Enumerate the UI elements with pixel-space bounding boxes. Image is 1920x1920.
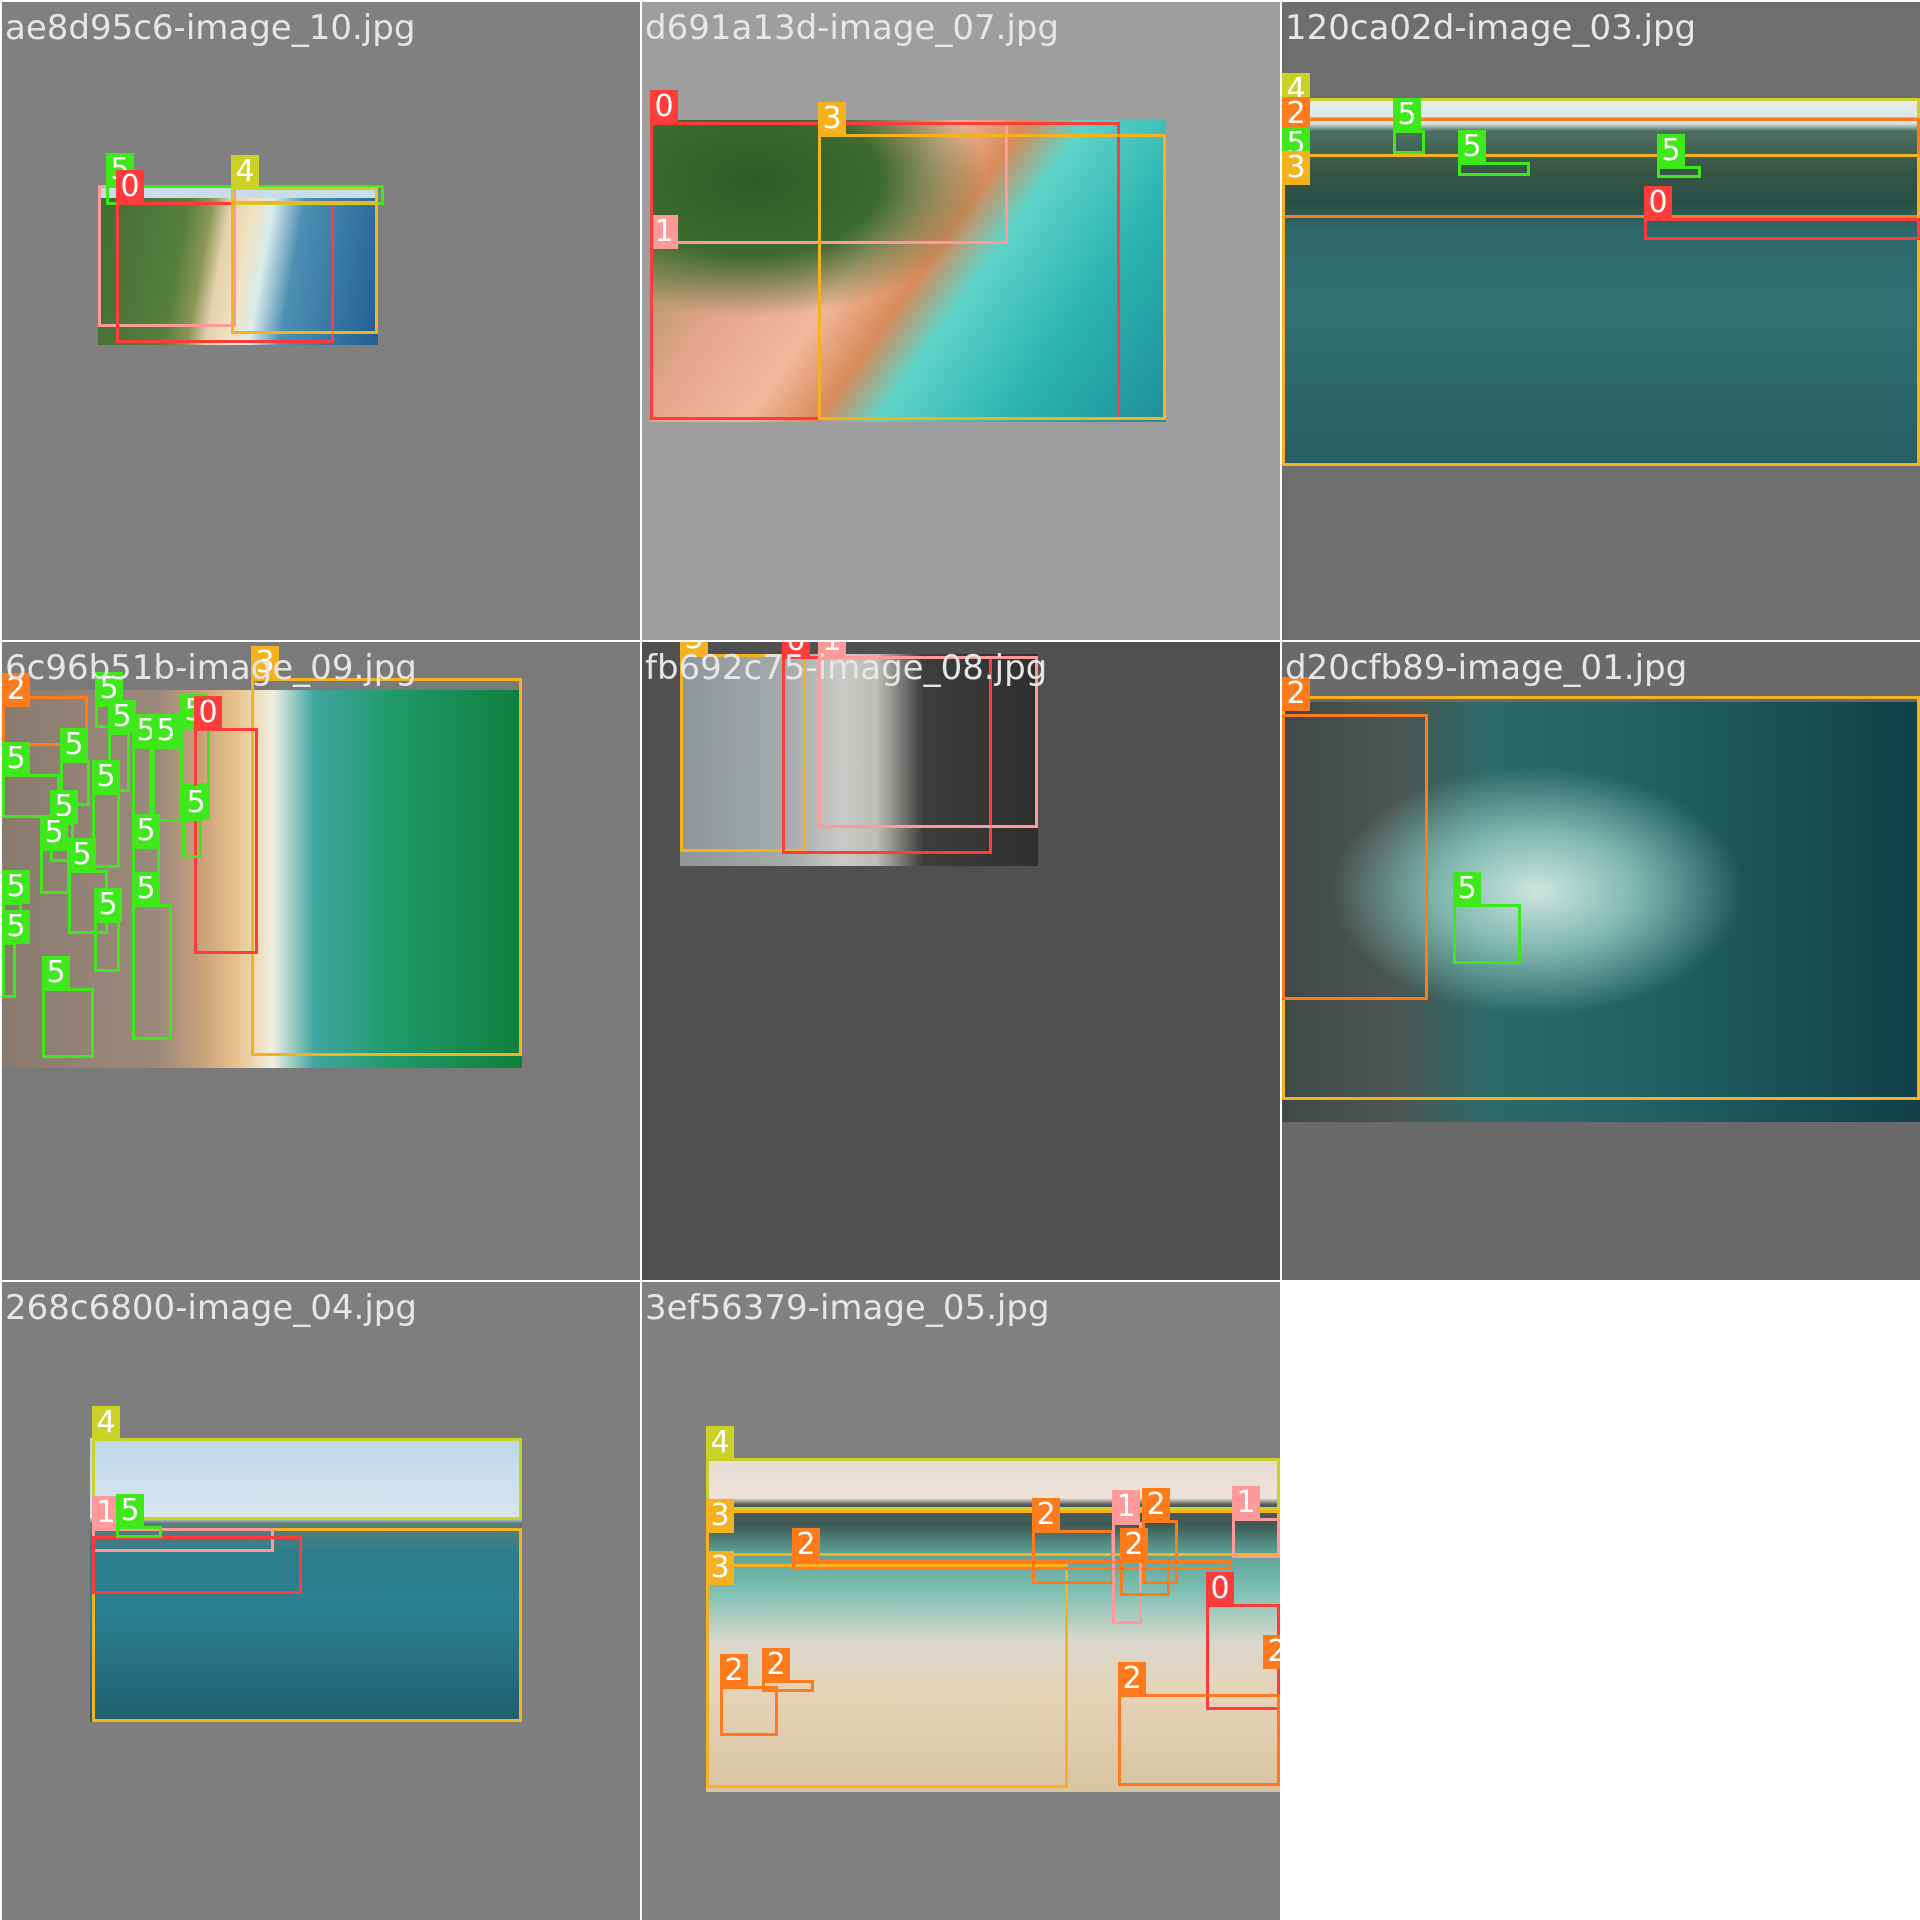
class-label: 2: [720, 1654, 748, 1688]
class-label: 5: [42, 956, 70, 990]
class-label: 5: [2, 910, 30, 944]
detection-box: 4: [706, 1426, 1280, 1510]
mosaic-tile-2: 120ca02d-image_03.jpg 4 2 5 3 5 5 5 0: [1282, 2, 1920, 640]
mosaic-tile-4: fb692c75-image_08.jpg 3 0 1: [642, 642, 1280, 1280]
class-label: 2: [1142, 1488, 1170, 1522]
detection-box: 3: [706, 1551, 1068, 1788]
class-label: 5: [60, 728, 88, 762]
tile-filename: 120ca02d-image_03.jpg: [1285, 8, 1697, 48]
class-label: 2: [762, 1648, 790, 1682]
class-label: 2: [1118, 1662, 1146, 1696]
class-label: 5: [2, 742, 30, 776]
class-label: 0: [194, 696, 222, 730]
detection-box: 5: [1657, 134, 1701, 178]
detection-box: 1: [1232, 1486, 1280, 1558]
class-label: 2: [1032, 1498, 1060, 1532]
detection-box: 5: [152, 714, 182, 822]
class-label: 4: [706, 1426, 734, 1460]
detection-box: 0: [1644, 186, 1920, 240]
class-label: 0: [650, 90, 678, 124]
detection-box: [231, 201, 378, 334]
class-label: 2: [792, 1528, 820, 1562]
class-label: 3: [706, 1499, 734, 1533]
detection-box: 3: [1282, 151, 1920, 466]
class-label: 1: [1112, 1490, 1140, 1524]
mosaic-tile-5: d20cfb89-image_01.jpg 2 5: [1282, 642, 1920, 1280]
detection-box: 5: [1453, 872, 1521, 964]
mosaic-tile-3: 6c96b51b-image_09.jpg 2 5 3 5 5 5 5 0 5 …: [2, 642, 640, 1280]
class-label: 4: [231, 155, 259, 189]
class-label: 5: [2, 870, 30, 904]
class-label: 5: [182, 786, 210, 820]
class-label: 3: [818, 102, 846, 136]
detection-box: 2: [1282, 677, 1428, 1000]
class-label: 0: [1206, 1572, 1234, 1606]
detection-box: 2: [1118, 1662, 1280, 1786]
detection-box: 5: [116, 1494, 162, 1538]
tile-filename: 268c6800-image_04.jpg: [5, 1288, 417, 1328]
class-label: 5: [68, 838, 96, 872]
tile-filename: fb692c75-image_08.jpg: [645, 648, 1048, 688]
detection-box: 5: [92, 760, 120, 868]
class-label: 5: [94, 888, 122, 922]
class-label: 5: [40, 816, 68, 850]
class-label: 5: [116, 1494, 144, 1528]
detection-box: 5: [94, 888, 122, 972]
mosaic-tile-6: 268c6800-image_04.jpg 4 1 5: [2, 1282, 640, 1920]
tile-filename: d691a13d-image_07.jpg: [645, 8, 1060, 48]
detection-box: 5: [132, 872, 172, 1040]
mosaic-tile-1: d691a13d-image_07.jpg 1 0 3: [642, 2, 1280, 640]
detection-box: 5: [182, 786, 210, 858]
detection-box: 4: [92, 1406, 522, 1520]
mosaic-tile-7: 3ef56379-image_05.jpg 4 3 3 2 2 1 2 1 2 …: [642, 1282, 1280, 1920]
detection-box: 5: [132, 714, 160, 822]
class-label: 5: [132, 814, 160, 848]
detection-box: 2: [1032, 1498, 1114, 1584]
class-label: 3: [706, 1551, 734, 1585]
class-label: 5: [132, 872, 160, 906]
detection-box: 5: [40, 816, 70, 894]
class-label: 2: [1120, 1528, 1148, 1562]
class-label: 5: [92, 760, 120, 794]
class-label: 5: [1657, 134, 1685, 168]
class-label: 5: [1453, 872, 1481, 906]
class-label: 5: [152, 714, 180, 748]
detection-box: 2: [720, 1654, 778, 1736]
mosaic-tile-0: ae8d95c6-image_10.jpg 5 0 4: [2, 2, 640, 640]
tile-filename: d20cfb89-image_01.jpg: [1285, 648, 1688, 688]
class-label: 0: [116, 170, 144, 204]
detection-box: 5: [1393, 98, 1425, 154]
tile-filename: 6c96b51b-image_09.jpg: [5, 648, 417, 688]
class-label: 5: [1393, 98, 1421, 132]
class-label: 0: [1644, 186, 1672, 220]
tile-filename: 3ef56379-image_05.jpg: [645, 1288, 1050, 1328]
class-label: 4: [92, 1406, 120, 1440]
detection-box: 5: [2, 910, 30, 998]
detection-box: 3: [251, 646, 522, 1056]
detection-box: 2: [1120, 1528, 1170, 1596]
detection-box: 5: [1458, 130, 1530, 176]
detection-box: 0: [194, 696, 258, 954]
class-label: 1: [1232, 1486, 1260, 1520]
detection-box: 5: [42, 956, 94, 1058]
class-label: 5: [1458, 130, 1486, 164]
class-label: 3: [1282, 151, 1310, 185]
class-label: 2: [1263, 1635, 1280, 1669]
detection-box: 3: [818, 102, 1166, 420]
detection-box: 4: [1282, 73, 1920, 120]
detection-box: 2: [1263, 1635, 1280, 1669]
detection-box: [92, 1536, 302, 1594]
tile-filename: ae8d95c6-image_10.jpg: [5, 8, 416, 48]
